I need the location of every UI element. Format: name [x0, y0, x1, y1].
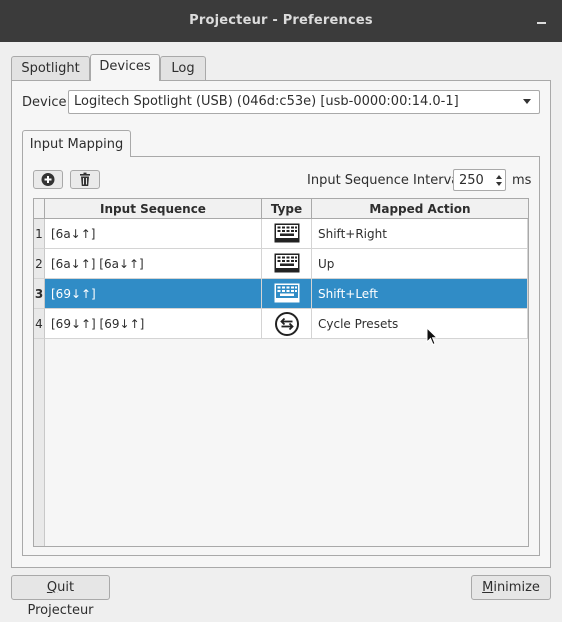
interval-spinbox[interactable]: 250	[453, 169, 506, 191]
keyboard-icon	[274, 223, 300, 243]
input-sequence-cell[interactable]: [6a↓↑]	[45, 219, 262, 249]
mapped-action-cell[interactable]: Shift+Right	[312, 219, 528, 249]
mapped-action-cell[interactable]: Shift+Left	[312, 279, 528, 309]
input-sequence-cell[interactable]: [69↓↑] [69↓↑]	[45, 309, 262, 339]
title-bar: Projecteur - Preferences	[0, 0, 562, 42]
interval-label: Input Sequence Interval	[307, 173, 463, 188]
interval-unit: ms	[512, 173, 532, 188]
interval-value: 250	[459, 173, 484, 188]
spin-down-icon[interactable]	[496, 182, 502, 186]
cycle-arrows-icon	[275, 312, 299, 336]
tab-spotlight[interactable]: Spotlight	[11, 56, 90, 80]
mapping-table: Input Sequence Type Mapped Action 1 [6a↓…	[33, 198, 529, 547]
column-header-type[interactable]: Type	[262, 199, 312, 219]
minimize-label: inimize	[493, 580, 540, 595]
row-number: 2	[34, 249, 45, 279]
device-label: Device	[22, 95, 67, 110]
window-title: Projecteur - Preferences	[189, 13, 373, 28]
plus-circle-icon	[41, 173, 55, 186]
table-row[interactable]: 2 [6a↓↑] [6a↓↑] Up	[34, 249, 528, 279]
preferences-window: Projecteur - Preferences Spotlight Devic…	[0, 0, 562, 618]
type-cell[interactable]	[262, 219, 312, 249]
type-cell[interactable]	[262, 249, 312, 279]
minimize-mnemonic: M	[482, 580, 494, 595]
quit-mnemonic: Q	[46, 580, 58, 595]
type-cell[interactable]	[262, 279, 312, 309]
tab-devices[interactable]: Devices	[90, 54, 160, 81]
table-row[interactable]: 4 [69↓↑] [69↓↑] Cycle Presets	[34, 309, 528, 339]
table-row[interactable]: 3 [69↓↑] Shift+Left	[34, 279, 528, 309]
input-sequence-cell[interactable]: [6a↓↑] [6a↓↑]	[45, 249, 262, 279]
type-cell[interactable]	[262, 309, 312, 339]
delete-mapping-button[interactable]	[70, 170, 100, 189]
minimize-button[interactable]: Minimize	[471, 575, 551, 600]
input-sequence-cell[interactable]: [69↓↑]	[45, 279, 262, 309]
corner-header	[34, 199, 45, 219]
row-number: 3	[34, 279, 45, 309]
keyboard-icon	[274, 253, 300, 273]
trash-icon	[80, 172, 90, 186]
column-header-mapped-action[interactable]: Mapped Action	[312, 199, 528, 219]
spin-up-icon[interactable]	[496, 175, 502, 179]
device-select[interactable]: Logitech Spotlight (USB) (046d:c53e) [us…	[68, 90, 540, 114]
mouse-pointer-icon	[426, 327, 438, 346]
row-number: 1	[34, 219, 45, 249]
quit-button[interactable]: Quit Projecteur	[11, 575, 110, 618]
table-row[interactable]: 1 [6a↓↑] Shift+Right	[34, 219, 528, 249]
column-header-input-sequence[interactable]: Input Sequence	[45, 199, 262, 219]
tab-log[interactable]: Log	[160, 56, 206, 80]
tab-input-mapping[interactable]: Input Mapping	[22, 130, 131, 157]
add-mapping-button[interactable]	[33, 170, 63, 189]
keyboard-icon	[274, 283, 300, 303]
row-number: 4	[34, 309, 45, 339]
quit-label: uit Projecteur	[27, 580, 94, 618]
chevron-down-icon	[523, 99, 531, 104]
minimize-window-icon[interactable]	[537, 22, 546, 24]
mapped-action-cell[interactable]: Cycle Presets	[312, 309, 528, 339]
device-select-value: Logitech Spotlight (USB) (046d:c53e) [us…	[74, 94, 459, 109]
mapped-action-cell[interactable]: Up	[312, 249, 528, 279]
